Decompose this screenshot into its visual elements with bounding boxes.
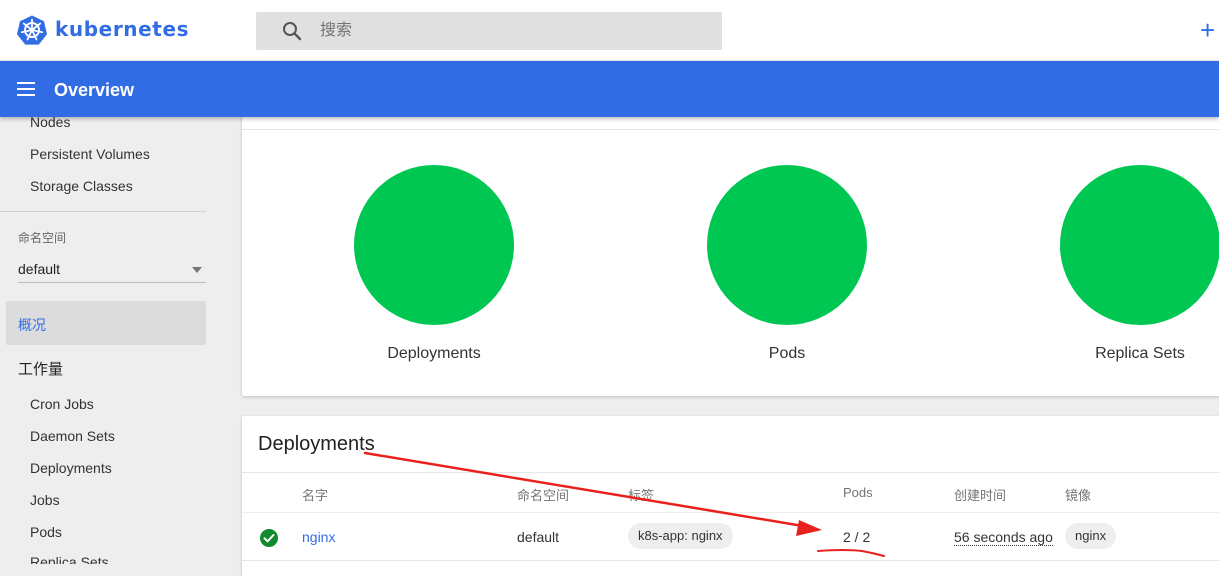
pods-status-label: Pods [768,345,806,362]
namespace-select[interactable]: default [18,253,206,283]
sidebar-item-persistent-volumes[interactable]: Persistent Volumes [30,146,150,162]
page-title: Overview [54,80,135,100]
deployment-namespace: default [517,529,560,545]
column-header-images: 镜像 [1065,488,1092,503]
menu-icon[interactable] [16,79,36,99]
replica-sets-status-chart[interactable] [1060,165,1219,325]
sidebar-item-storage-classes[interactable]: Storage Classes [30,178,133,194]
column-header-name[interactable]: 名字 [302,485,328,504]
replica-sets-status-label: Replica Sets [1095,345,1185,362]
sidebar-item-overview-label: 概况 [18,317,46,333]
dropdown-arrow-icon [192,267,202,273]
kubernetes-logo-icon[interactable] [16,14,48,46]
sidebar-divider [0,211,206,212]
sidebar-item-nodes[interactable]: Nodes [30,117,70,130]
column-header-pods: Pods [843,485,873,500]
deployment-image-chip: nginx [1065,523,1117,549]
namespace-label: 命名空间 [18,231,67,245]
column-header-namespace[interactable]: 命名空间 [517,485,569,504]
sidebar-item-daemon-sets[interactable]: Daemon Sets [30,428,115,444]
sidebar-item-jobs[interactable]: Jobs [30,492,60,508]
column-header-labels: 标签 [628,488,655,503]
deployments-status-label: Deployments [387,345,481,362]
card-header-divider [242,472,1219,473]
pods-status-chart[interactable] [707,165,867,325]
table-header-divider [242,512,1219,513]
deployments-card: Deployments 名字 命名空间 标签 Pods 创建时间 镜像 ngin… [242,416,1219,576]
sidebar-section-workloads[interactable]: 工作量 [18,358,63,379]
deployment-pods-count: 2 / 2 [843,529,871,545]
card-header-divider [242,129,1219,130]
deployments-card-title: Deployments [258,433,375,455]
table-row-divider [242,560,1219,561]
sidebar: Nodes Persistent Volumes Storage Classes… [0,117,222,564]
deployment-name-link[interactable]: nginx [302,529,335,545]
search-input[interactable] [320,12,710,50]
sidebar-item-cron-jobs[interactable]: Cron Jobs [30,396,94,412]
top-bar: kubernetes + [0,0,1219,61]
search-icon [283,22,302,41]
workload-status-card: Deployments Pods Replica Sets [242,100,1219,396]
search-box[interactable] [256,12,722,50]
brand-name[interactable]: kubernetes [55,17,189,41]
sidebar-item-deployments[interactable]: Deployments [30,460,112,476]
sidebar-item-overview[interactable]: 概况 [6,301,206,345]
namespace-selected-value: default [18,261,61,277]
title-bar: Overview [0,61,1219,117]
column-header-created[interactable]: 创建时间 [954,485,1006,504]
create-button[interactable]: + [1200,16,1219,44]
deployments-status-chart[interactable] [354,165,514,325]
status-ok-icon [260,529,278,547]
sidebar-item-pods[interactable]: Pods [30,524,62,540]
sidebar-item-replica-sets[interactable]: Replica Sets [30,554,109,564]
deployment-label-chip: k8s-app: nginx [628,523,733,549]
deployment-created-time: 56 seconds ago [954,529,1053,546]
